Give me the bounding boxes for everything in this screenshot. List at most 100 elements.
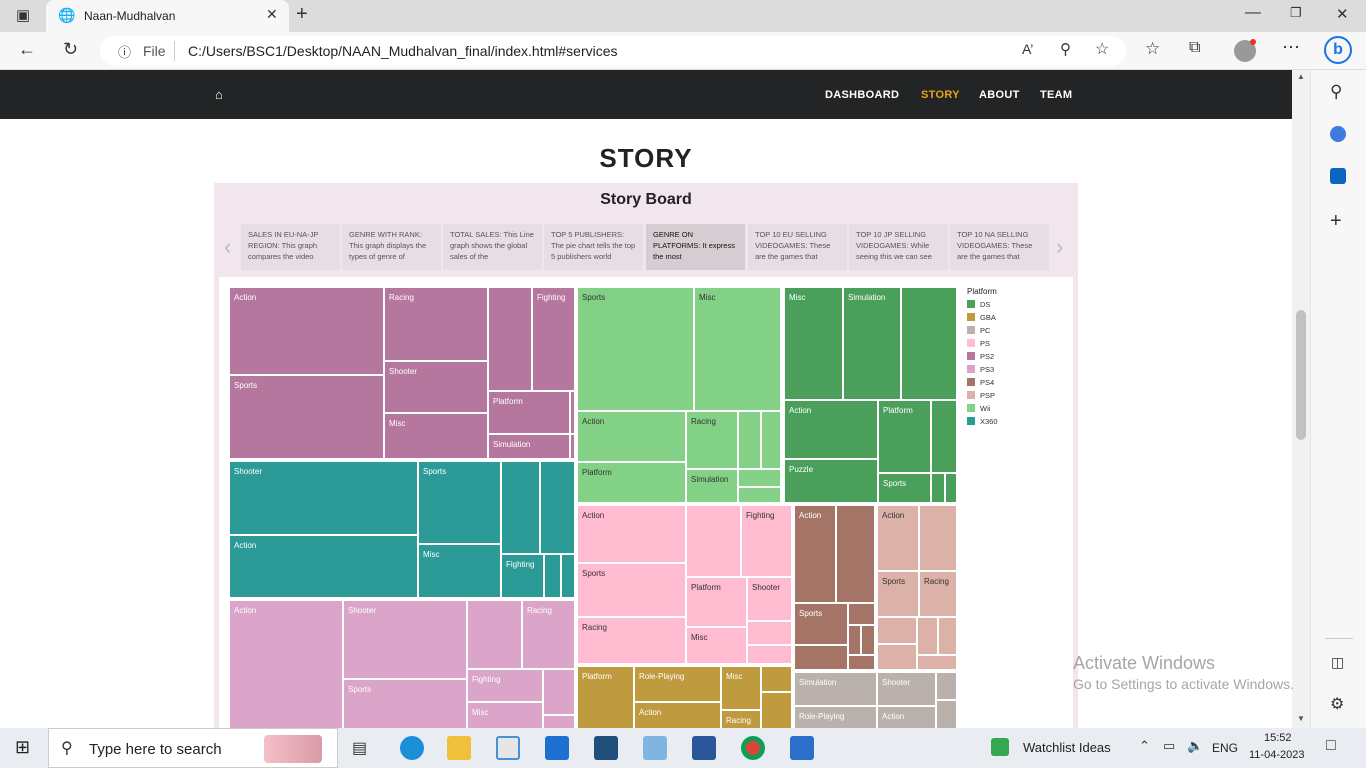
- treemap-cell[interactable]: [467, 600, 522, 669]
- add-favorite-icon[interactable]: ☆: [1095, 39, 1109, 59]
- treemap-cell[interactable]: Misc: [694, 287, 781, 411]
- treemap-cell[interactable]: Racing: [686, 411, 738, 469]
- treemap-cell[interactable]: [543, 715, 575, 728]
- scroll-up-icon[interactable]: ▲: [1297, 72, 1305, 81]
- app-icon[interactable]: [643, 736, 667, 760]
- treemap-cell[interactable]: Misc: [721, 666, 761, 710]
- treemap-cell[interactable]: Racing: [919, 571, 957, 617]
- treemap-cell[interactable]: Platform: [686, 577, 747, 627]
- treemap-cell[interactable]: Shooter: [343, 600, 467, 679]
- treemap-cell[interactable]: Platform: [878, 400, 931, 473]
- treemap-cell[interactable]: [761, 692, 792, 728]
- treemap-cell[interactable]: [544, 554, 561, 598]
- browser-tab[interactable]: 🌐 Naan-Mudhalvan ✕: [46, 0, 289, 32]
- treemap-cell[interactable]: Simulation: [488, 434, 570, 459]
- treemap-cell[interactable]: Misc: [418, 544, 501, 598]
- more-icon[interactable]: ⋯: [1282, 37, 1300, 58]
- treemap-cell[interactable]: Action: [229, 287, 384, 375]
- treemap-cell[interactable]: [936, 700, 957, 728]
- treemap-cell[interactable]: Misc: [384, 413, 488, 459]
- treemap-cell[interactable]: Sports: [343, 679, 467, 728]
- treemap-cell[interactable]: Action: [577, 505, 686, 563]
- treemap-cell[interactable]: Platform: [488, 391, 570, 434]
- volume-icon[interactable]: 🔈: [1187, 738, 1203, 754]
- treemap-cell[interactable]: [848, 655, 875, 670]
- close-window-button[interactable]: ✕: [1336, 5, 1349, 23]
- treemap-cell[interactable]: Sports: [229, 375, 384, 459]
- treemap-cell[interactable]: Platform: [577, 462, 686, 503]
- sidebar-toggle-icon[interactable]: ◫: [1331, 654, 1344, 671]
- settings-icon[interactable]: ⚙: [1330, 694, 1344, 714]
- nav-dashboard[interactable]: DASHBOARD: [825, 89, 899, 101]
- treemap-cell[interactable]: Sports: [577, 287, 694, 411]
- watchlist-icon[interactable]: [991, 738, 1009, 756]
- treemap-cell[interactable]: Platform: [577, 666, 634, 728]
- outlook-icon[interactable]: [1330, 168, 1346, 184]
- legend-item-ps3[interactable]: PS3: [967, 365, 994, 374]
- story-point-3[interactable]: TOTAL SALES: This Line graph shows the g…: [443, 224, 542, 270]
- treemap-cell[interactable]: Simulation: [843, 287, 901, 400]
- story-point-5[interactable]: GENRE ON PLATFORMS: It express the most: [646, 224, 745, 270]
- home-icon[interactable]: ⌂: [215, 87, 223, 102]
- treemap-cell[interactable]: [848, 625, 861, 655]
- treemap-cell[interactable]: Action: [784, 400, 878, 459]
- legend-item-pc[interactable]: PC: [967, 326, 990, 335]
- page-scrollbar[interactable]: ▲ ▼: [1292, 70, 1310, 728]
- legend-item-gba[interactable]: GBA: [967, 313, 996, 322]
- treemap-cell[interactable]: Misc: [467, 702, 543, 728]
- treemap-cell[interactable]: [945, 473, 957, 503]
- treemap-cell[interactable]: Fighting: [501, 554, 544, 598]
- story-point-6[interactable]: TOP 10 EU SELLING VIDEOGAMES: These are …: [748, 224, 847, 270]
- chrome-icon[interactable]: [741, 736, 765, 760]
- network-icon[interactable]: ▭: [1163, 738, 1175, 754]
- language-indicator[interactable]: ENG: [1212, 741, 1238, 755]
- treemap-cell[interactable]: [488, 287, 532, 391]
- treemap-cell[interactable]: Misc: [686, 627, 747, 664]
- treemap-cell[interactable]: [738, 469, 781, 487]
- treemap-cell[interactable]: [877, 644, 917, 670]
- legend-item-psp[interactable]: PSP: [967, 391, 995, 400]
- treemap-cell[interactable]: Shooter: [384, 361, 488, 413]
- treemap-cell[interactable]: Action: [577, 411, 686, 462]
- bing-icon[interactable]: b: [1324, 36, 1352, 64]
- treemap-cell[interactable]: Shooter: [877, 672, 936, 706]
- word-icon[interactable]: [692, 736, 716, 760]
- legend-item-ps[interactable]: PS: [967, 339, 990, 348]
- treemap-cell[interactable]: Sports: [877, 571, 919, 617]
- story-point-8[interactable]: TOP 10 NA SELLING VIDEOGAMES: These are …: [950, 224, 1049, 270]
- treemap-cell[interactable]: [686, 505, 741, 577]
- treemap-cell[interactable]: [794, 645, 848, 670]
- legend-item-x360[interactable]: X360: [967, 417, 998, 426]
- treemap-cell[interactable]: Role-Playing: [794, 706, 877, 728]
- mail-icon[interactable]: [545, 736, 569, 760]
- treemap-cell[interactable]: Action: [229, 600, 343, 728]
- story-point-1[interactable]: SALES IN EU-NA-JP REGION: This graph com…: [241, 224, 340, 270]
- treemap-cell[interactable]: Action: [634, 702, 721, 728]
- treemap-cell[interactable]: Role-Playing: [634, 666, 721, 702]
- treemap-cell[interactable]: [543, 669, 575, 715]
- treemap-cell[interactable]: [931, 400, 957, 473]
- clock-time[interactable]: 15:52: [1264, 732, 1292, 744]
- task-view-icon[interactable]: ▤: [352, 738, 367, 758]
- microsoft-365-icon[interactable]: [1330, 126, 1346, 142]
- taskbar-search[interactable]: ⚲ Type here to search: [48, 728, 338, 768]
- treemap-cell[interactable]: Action: [229, 535, 418, 598]
- nav-team[interactable]: TEAM: [1040, 89, 1072, 101]
- legend-item-ds[interactable]: DS: [967, 300, 990, 309]
- url-text[interactable]: C:/Users/BSC1/Desktop/NAAN_Mudhalvan_fin…: [188, 43, 618, 59]
- treemap-cell[interactable]: Action: [877, 505, 919, 571]
- treemap-cell[interactable]: [747, 645, 792, 664]
- store-icon[interactable]: [496, 736, 520, 760]
- refresh-icon[interactable]: ↻: [63, 39, 78, 60]
- restore-button[interactable]: ❐: [1290, 5, 1302, 21]
- scroll-down-icon[interactable]: ▼: [1297, 714, 1305, 723]
- treemap-cell[interactable]: [877, 617, 917, 644]
- minimize-button[interactable]: —: [1245, 4, 1261, 22]
- treemap-cell[interactable]: [901, 287, 957, 400]
- treemap-cell[interactable]: [747, 621, 792, 645]
- treemap-cell[interactable]: [501, 461, 540, 554]
- add-icon[interactable]: +: [1330, 210, 1342, 233]
- new-tab-button[interactable]: +: [296, 3, 308, 26]
- treemap-cell[interactable]: Action: [877, 706, 936, 728]
- treemap-cell[interactable]: [738, 411, 761, 469]
